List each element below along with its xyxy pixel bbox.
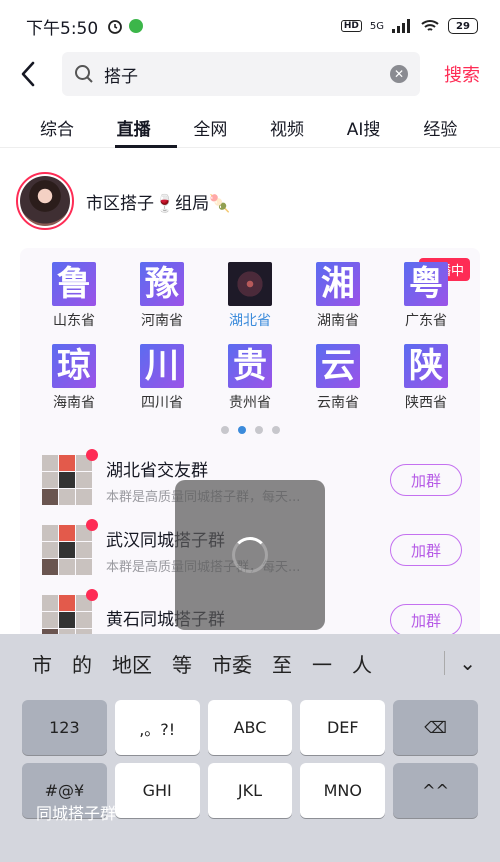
search-button[interactable]: 搜索 (444, 61, 480, 87)
back-button[interactable] (20, 52, 60, 96)
key-emoticon[interactable]: ^^ (393, 763, 478, 818)
candidate-bar: 市 的 地区 等 市委 至 一 人 ⌄ (0, 634, 500, 692)
province-item[interactable]: 湖北省 (218, 262, 282, 330)
province-item[interactable]: 琼海南省 (42, 344, 106, 412)
avatar[interactable] (16, 172, 74, 230)
loading-overlay (175, 480, 325, 630)
clear-icon[interactable]: ✕ (390, 65, 408, 83)
candidate-word[interactable]: 的 (62, 649, 102, 678)
tab-ai-search[interactable]: AI搜 (347, 108, 424, 147)
join-group-button[interactable]: 加群 (390, 464, 462, 496)
group-header[interactable]: 市区搭子🍷组局🍡 (16, 172, 230, 230)
tab-experience[interactable]: 经验 (423, 108, 500, 147)
candidate-word[interactable]: 等 (162, 649, 202, 678)
key-def[interactable]: DEF (300, 700, 386, 755)
battery-icon: 29 (448, 18, 478, 34)
hd-icon: HD (340, 20, 362, 32)
wifi-icon (421, 20, 439, 31)
key-punctuation[interactable]: ,。?! (114, 700, 200, 755)
overlay-caption: 同城搭子群 (36, 804, 117, 823)
search-input[interactable]: 搭子 ✕ (62, 52, 420, 96)
search-icon (75, 65, 93, 83)
province-item[interactable]: 川四川省 (130, 344, 194, 412)
candidate-word[interactable]: 人 (342, 649, 382, 678)
province-item[interactable]: 豫河南省 (130, 262, 194, 330)
candidate-word[interactable]: 至 (262, 649, 302, 678)
chevron-down-icon[interactable]: ⌄ (444, 651, 486, 675)
backspace-key[interactable]: ⌫ (393, 700, 478, 755)
key-ghi[interactable]: GHI (114, 763, 200, 818)
search-header: 搭子 ✕ 搜索 (0, 52, 500, 96)
loading-spinner-icon (232, 537, 268, 573)
tab-live[interactable]: 直播 (114, 108, 194, 148)
candidate-word[interactable]: 一 (302, 649, 342, 678)
key-jkl[interactable]: JKL (207, 763, 293, 818)
network-label: 5G (369, 20, 384, 32)
key-mno[interactable]: MNO (300, 763, 386, 818)
keyboard: 市 的 地区 等 市委 至 一 人 ⌄ 123 ,。?! ABC DEF ⌫ #… (0, 634, 500, 862)
tab-comprehensive[interactable]: 综合 (40, 108, 117, 147)
group-title: 市区搭子🍷组局🍡 (86, 193, 231, 214)
join-group-button[interactable]: 加群 (390, 534, 462, 566)
tab-web[interactable]: 全网 (193, 108, 270, 147)
group-thumbnail (42, 449, 98, 505)
province-item[interactable]: 云云南省 (306, 344, 370, 412)
province-item[interactable]: 贵贵州省 (218, 344, 282, 412)
tab-video[interactable]: 视频 (270, 108, 347, 147)
page-indicator (20, 426, 480, 434)
chevron-left-icon (21, 61, 35, 87)
result-tabs: 综合 直播 全网 视频 AI搜 经验 (0, 108, 500, 148)
candidate-word[interactable]: 地区 (102, 649, 162, 678)
province-item[interactable]: 陕陕西省 (394, 344, 458, 412)
join-group-button[interactable]: 加群 (390, 604, 462, 636)
province-item[interactable]: 湘湖南省 (306, 262, 370, 330)
search-query[interactable]: 搭子 (104, 62, 390, 87)
app-notification-icon (129, 19, 144, 33)
status-time: 下午5:50 (26, 18, 99, 39)
key-123[interactable]: 123 (22, 700, 107, 755)
province-grid: 鲁山东省 豫河南省 湖北省 湘湖南省 粤广东省 琼海南省 川四川省 贵贵州省 云… (42, 262, 478, 412)
signal-icon (392, 19, 410, 33)
status-bar: 下午5:50 HD 5G 29 (0, 0, 500, 52)
province-item[interactable]: 粤广东省 (394, 262, 458, 330)
key-abc[interactable]: ABC (207, 700, 293, 755)
province-item[interactable]: 鲁山东省 (42, 262, 106, 330)
group-thumbnail (42, 519, 98, 575)
alarm-icon (108, 20, 123, 34)
candidate-word[interactable]: 市委 (202, 649, 262, 678)
candidate-word[interactable]: 市 (22, 649, 62, 678)
